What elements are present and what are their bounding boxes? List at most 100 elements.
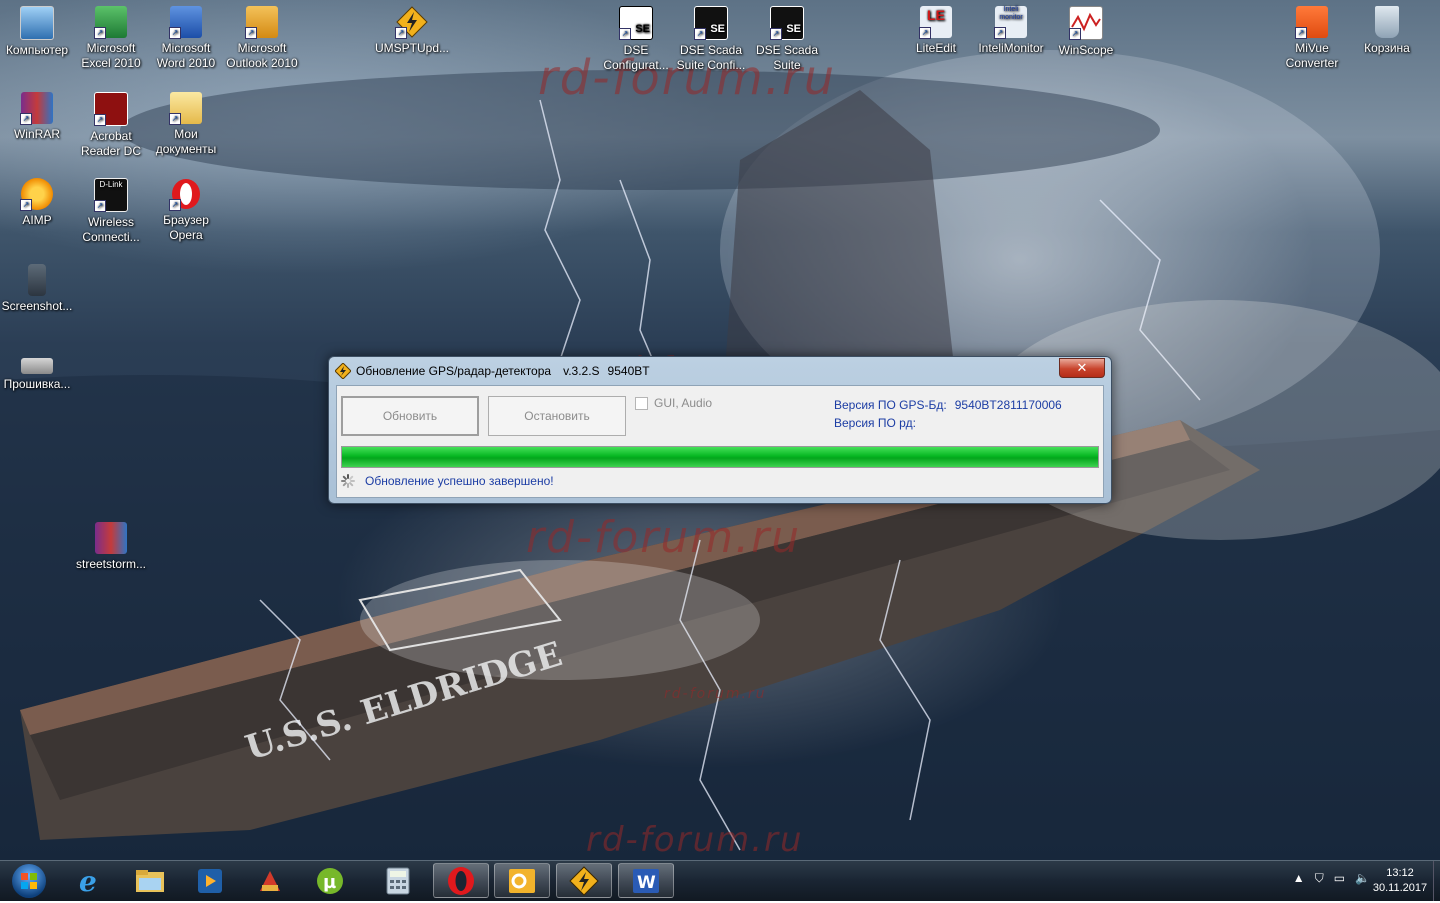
desktop-icon-umsptupd[interactable]: ↗ UMSPTUpd... xyxy=(374,0,450,56)
taskbar-item-ccleaner[interactable] xyxy=(242,863,298,898)
checkbox-label: GUI, Audio xyxy=(654,396,713,410)
desktop-icon-dse-scada[interactable]: SE ↗ DSE Scada Suite xyxy=(749,0,825,73)
taskbar-item-opera[interactable] xyxy=(433,863,489,898)
show-desktop-button[interactable] xyxy=(1433,861,1440,901)
svg-text:µ: µ xyxy=(323,872,336,893)
outlook-icon: ↗ xyxy=(245,6,278,39)
desktop-icon-liteedit[interactable]: LE ↗ LiteEdit xyxy=(898,0,974,56)
word-icon: ↗ xyxy=(169,6,202,39)
opera-icon xyxy=(448,866,474,895)
taskbar-item-word[interactable]: W xyxy=(618,863,674,898)
intelimonitor-icon: Inteli monitor ↗ xyxy=(994,6,1027,39)
desktop-icon-label: streetstorm... xyxy=(75,557,146,571)
dialog-client-area: Обновить Остановить GUI, Audio Версия ПО… xyxy=(336,385,1104,498)
desktop-icon-recycle-bin[interactable]: Корзина xyxy=(1349,0,1425,56)
taskbar-item-umsptupd[interactable] xyxy=(556,863,612,898)
my-documents-icon: ↗ xyxy=(169,92,202,125)
desktop-icon-label: Прошивка... xyxy=(3,377,71,391)
desktop-icon-my-documents[interactable]: ↗ Мои документы xyxy=(148,86,224,157)
clock-date: 30.11.2017 xyxy=(1372,882,1428,894)
media-player-icon xyxy=(198,868,222,893)
ccleaner-icon xyxy=(260,870,280,891)
windows-orb-icon xyxy=(12,864,46,898)
taskbar-item-media[interactable] xyxy=(182,863,238,898)
network-icon[interactable]: ▭ xyxy=(1334,871,1345,886)
desktop-icon-label: WinRAR xyxy=(13,127,60,141)
taskbar-item-outlook[interactable] xyxy=(494,863,550,898)
desktop-icon-label: Screenshot... xyxy=(1,299,73,313)
svg-text:e: e xyxy=(79,866,97,896)
mivue-icon: ↗ xyxy=(1295,6,1328,39)
close-button[interactable]: ✕ xyxy=(1059,358,1105,378)
desktop-icon-label: UMSPTUpd... xyxy=(375,41,450,55)
word-icon: W xyxy=(633,868,659,893)
gps-db-version-value: 9540BT2811170006 xyxy=(954,398,1062,412)
desktop-icon-label: LiteEdit xyxy=(915,41,957,55)
volume-icon[interactable]: 🔈 xyxy=(1355,871,1370,886)
rd-version-label: Версия ПО рд: xyxy=(834,416,916,430)
outlook-icon xyxy=(509,868,535,893)
status-line: Обновление успешно завершено! xyxy=(341,474,554,488)
excel-icon: ↗ xyxy=(94,6,127,39)
desktop-icon-winrar[interactable]: ↗ WinRAR xyxy=(0,86,75,142)
desktop-icon-label: InteliMonitor xyxy=(978,41,1044,55)
desktop-icon-label: DSE Scada Suite Confi... xyxy=(676,43,746,72)
desktop-icon-dse-scada-config[interactable]: SE ↗ DSE Scada Suite Confi... xyxy=(673,0,749,73)
clock[interactable]: 13:12 30.11.2017 xyxy=(1370,866,1430,896)
desktop-icon-firmware[interactable]: Прошивка... xyxy=(0,344,75,392)
desktop-icon-aimp[interactable]: ↗ AIMP xyxy=(0,172,75,228)
watermark-text: rd-forum.ru xyxy=(664,686,767,702)
desktop-icon-streetstorm[interactable]: streetstorm... xyxy=(73,516,149,572)
aimp-icon: ↗ xyxy=(20,178,53,211)
dse-config-icon: SE ↗ xyxy=(619,6,653,40)
taskbar-item-ie[interactable]: e xyxy=(62,863,118,898)
internet-explorer-icon: e xyxy=(79,866,97,896)
winrar-icon: ↗ xyxy=(20,92,53,125)
taskbar-item-utorrent[interactable]: µ xyxy=(302,863,358,898)
utorrent-icon: µ xyxy=(317,867,343,894)
desktop-icon-screenshot[interactable]: Screenshot... xyxy=(0,258,75,314)
dialog-titlebar[interactable]: Обновление GPS/радар-детектора v.3.2.S 9… xyxy=(335,361,1051,381)
desktop-icon-winscope[interactable]: ↗ WinScope xyxy=(1048,0,1124,58)
desktop-icon-acrobat[interactable]: ↗ Acrobat Reader DC xyxy=(73,86,149,159)
desktop-icon-label: Acrobat Reader DC xyxy=(80,129,142,158)
checkbox-box[interactable] xyxy=(635,396,648,410)
acrobat-icon: ↗ xyxy=(94,92,128,126)
desktop-icon-label: Microsoft Word 2010 xyxy=(156,41,216,70)
firmware-file-icon xyxy=(21,358,53,374)
desktop-icon-outlook[interactable]: ↗ Microsoft Outlook 2010 xyxy=(224,0,300,71)
desktop-icon-label: Microsoft Excel 2010 xyxy=(81,41,141,70)
desktop-icon-label: WinScope xyxy=(1058,43,1114,57)
update-button[interactable]: Обновить xyxy=(341,396,479,436)
desktop-icon-label: Компьютер xyxy=(5,43,69,57)
action-center-icon[interactable]: ⛉ xyxy=(1315,871,1324,886)
desktop-icon-opera[interactable]: ↗ Браузер Opera xyxy=(148,172,224,243)
dialog-version: v.3.2.S xyxy=(563,364,600,378)
desktop-icon-computer[interactable]: Компьютер xyxy=(0,0,75,58)
dlink-wireless-icon: D-Link ↗ xyxy=(94,178,128,212)
progress-bar-fill xyxy=(342,447,1098,467)
desktop-icon-word[interactable]: ↗ Microsoft Word 2010 xyxy=(148,0,224,71)
show-hidden-icons-icon[interactable]: ▲ xyxy=(1293,871,1305,886)
taskbar-item-calculator[interactable] xyxy=(370,863,426,898)
taskbar-item-explorer[interactable] xyxy=(122,863,178,898)
dse-scada-icon: SE ↗ xyxy=(770,6,804,40)
desktop-icon-label: DSE Configurat... xyxy=(603,43,669,72)
desktop-icon-intelimonitor[interactable]: Inteli monitor ↗ InteliMonitor xyxy=(973,0,1049,56)
watermark-text: rd-forum.ru xyxy=(586,820,804,860)
desktop-icon-label: Корзина xyxy=(1364,41,1410,55)
stop-button[interactable]: Остановить xyxy=(488,396,626,436)
desktop-icon-dlink[interactable]: D-Link ↗ Wireless Connecti... xyxy=(73,172,149,245)
close-icon: ✕ xyxy=(1076,360,1088,375)
desktop-icon-dse-config[interactable]: SE ↗ DSE Configurat... xyxy=(598,0,674,73)
liteedit-icon: LE ↗ xyxy=(919,6,952,39)
recycle-bin-icon xyxy=(1375,6,1399,38)
progress-bar xyxy=(341,446,1099,468)
taskbar: e µ W ▲ ⛉ ▭ 🔈 13:12 30.11.2017 xyxy=(0,860,1440,901)
screenshot-file-icon xyxy=(28,264,46,296)
start-button[interactable] xyxy=(4,862,54,900)
desktop-icon-mivue[interactable]: ↗ MiVue Converter xyxy=(1274,0,1350,71)
gui-audio-checkbox[interactable]: GUI, Audio xyxy=(635,396,712,410)
desktop-icon-excel[interactable]: ↗ Microsoft Excel 2010 xyxy=(73,0,149,71)
umsptupd-icon: ↗ xyxy=(395,6,428,39)
